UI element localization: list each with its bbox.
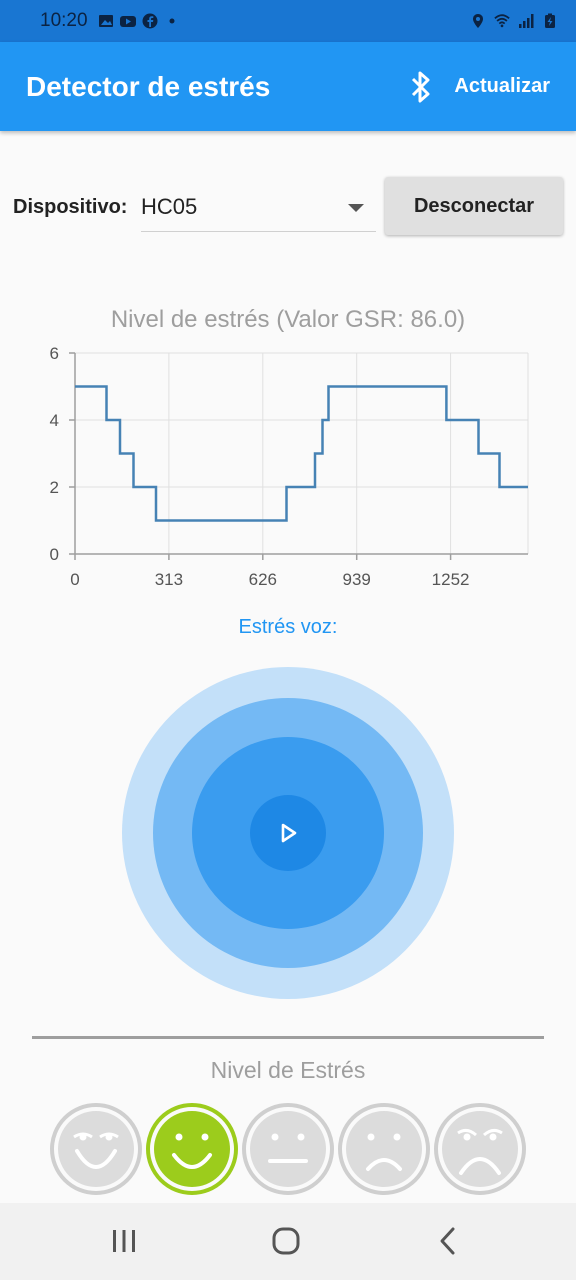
stress-level-title: Nivel de Estrés [210,1057,366,1083]
face-very-sad-icon[interactable] [434,1103,526,1195]
app-bar: Detector de estrés Actualizar [0,42,576,131]
status-time: 10:20 [40,10,88,31]
x-tick-label: 313 [155,570,183,589]
chart-title: Nivel de estrés (Valor GSR: 86.0) [110,306,466,333]
stress-chart: 0 2 4 6 0 313 626 939 1252 [50,344,529,589]
face-sad-icon[interactable] [338,1103,430,1195]
stress-series-line [75,385,528,522]
navigation-bar [0,1203,576,1280]
x-tick-label: 626 [249,570,277,589]
y-tick-label: 2 [50,478,59,497]
device-selected-value: HC05 [141,194,198,219]
image-icon [98,15,113,27]
face-neutral-icon[interactable] [242,1103,334,1195]
status-bar: 10:20 [0,0,576,42]
signal-icon [519,14,534,28]
play-button[interactable] [250,795,326,871]
home-icon[interactable] [266,1221,306,1261]
location-icon [473,14,483,28]
youtube-icon [119,16,136,27]
refresh-button[interactable]: Actualizar [454,75,550,98]
app-title: Detector de estrés [26,70,271,102]
battery-icon [545,13,555,28]
y-tick-label: 4 [50,411,59,430]
stress-level-faces [50,1103,530,1195]
dropdown-arrow-icon [348,204,364,212]
x-tick-label: 939 [343,570,371,589]
face-very-happy-icon[interactable] [50,1103,142,1195]
recents-icon[interactable] [104,1221,144,1261]
wifi-icon [494,14,510,28]
disconnect-button[interactable]: Desconectar [385,177,563,235]
play-icon [281,823,297,843]
dot-icon [169,18,175,24]
facebook-icon [142,13,158,29]
y-tick-label: 0 [50,545,59,564]
divider [32,1036,544,1039]
bluetooth-icon[interactable] [406,70,436,104]
voice-recorder [122,667,454,999]
device-label: Dispositivo: [13,196,128,218]
back-icon[interactable] [428,1221,468,1261]
x-tick-label: 1252 [432,570,470,589]
device-dropdown[interactable]: HC05 [141,184,376,232]
y-tick-label: 6 [50,344,59,363]
face-happy-icon[interactable] [146,1103,238,1195]
x-tick-label: 0 [70,570,79,589]
voice-stress-label: Estrés voz: [238,616,338,638]
device-row: Dispositivo: HC05 Desconectar [0,176,576,238]
